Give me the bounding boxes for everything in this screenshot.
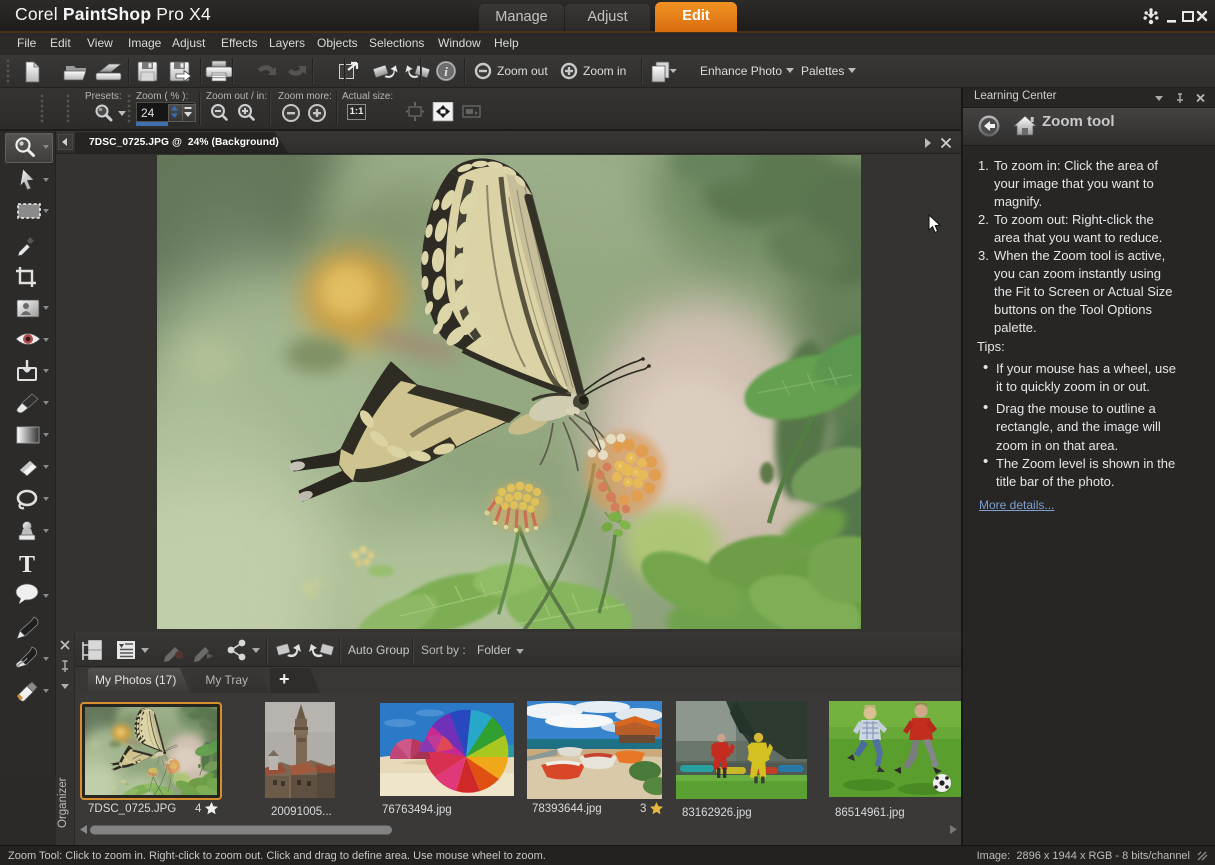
svg-text:i: i	[444, 64, 448, 79]
svg-text:T: T	[19, 552, 35, 578]
